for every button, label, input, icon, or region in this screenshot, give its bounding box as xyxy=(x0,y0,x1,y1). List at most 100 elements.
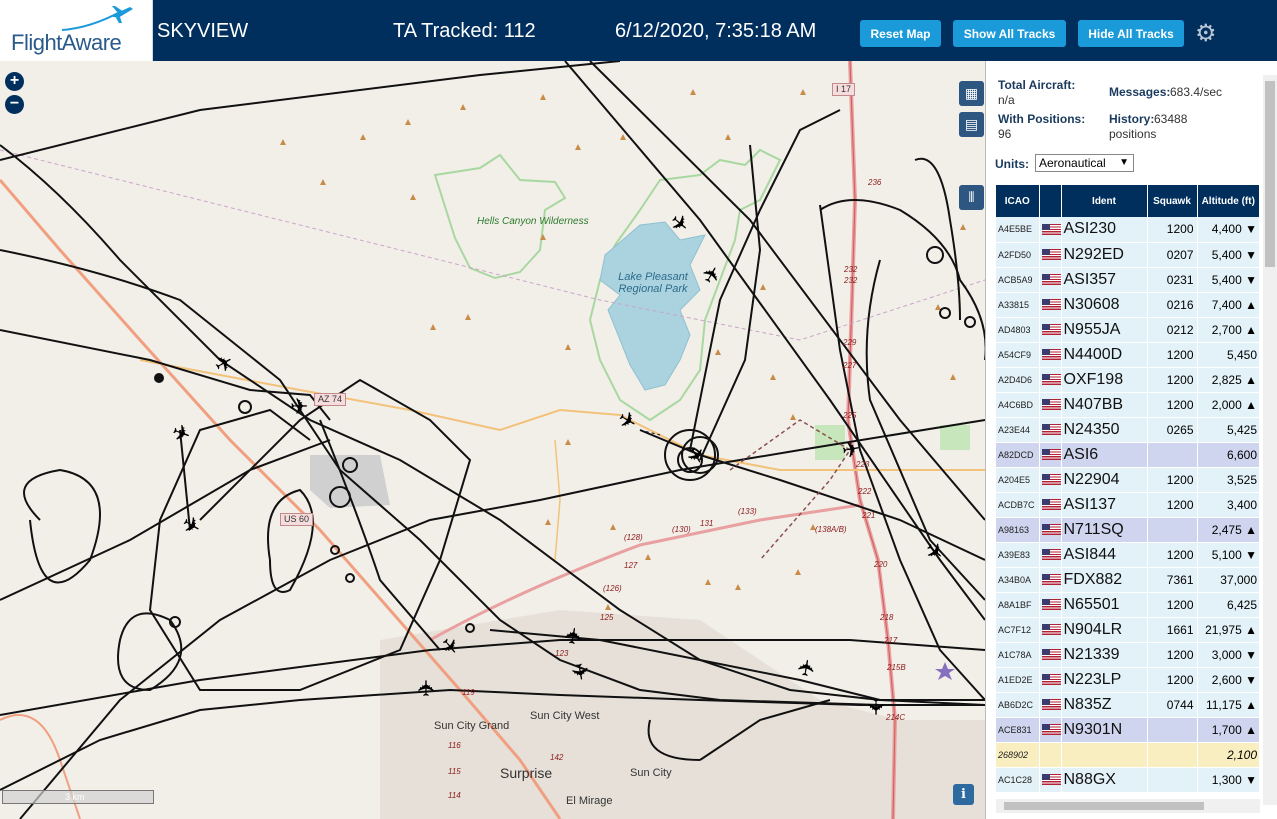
squawk-cell: 7361 xyxy=(1147,567,1198,593)
map-icon[interactable]: ▦ xyxy=(959,81,984,106)
zoom-out-button[interactable]: − xyxy=(5,95,24,114)
table-row[interactable]: ACDB7C ASI137 1200 3,400 xyxy=(996,492,1260,518)
aircraft-icon[interactable]: ✈ xyxy=(862,698,888,716)
col-altitude[interactable]: Altitude (ft) xyxy=(1197,185,1260,217)
table-row[interactable]: ACB5A9 ASI357 0231 5,400 ▼ xyxy=(996,267,1260,293)
route-number: 114 xyxy=(448,791,461,800)
table-row[interactable]: A54CF9 N4400D 1200 5,450 xyxy=(996,342,1260,368)
shield-i17: I 17 xyxy=(832,83,856,96)
vertical-scrollbar[interactable] xyxy=(1263,75,1277,805)
col-icao[interactable]: ICAO xyxy=(996,185,1040,217)
flag-cell xyxy=(1039,342,1062,368)
table-row[interactable]: A1ED2E N223LP 1200 2,600 ▼ xyxy=(996,667,1260,693)
table-row[interactable]: AC7F12 N904LR 1661 21,975 ▲ xyxy=(996,617,1260,643)
map-canvas[interactable] xyxy=(0,61,985,819)
table-row[interactable]: A2FD50 N292ED 0207 5,400 ▼ xyxy=(996,242,1260,268)
aircraft-icon[interactable]: ✈ xyxy=(414,679,440,697)
flag-cell xyxy=(1039,367,1062,393)
altitude-cell: 2,475 ▲ xyxy=(1197,517,1260,543)
table-row[interactable]: 268902 2,100 xyxy=(996,742,1260,768)
us-flag-icon xyxy=(1041,648,1061,660)
table-row[interactable]: A4C6BD N407BB 1200 2,000 ▲ xyxy=(996,392,1260,418)
table-row[interactable]: A39E83 ASI844 1200 5,100 ▼ xyxy=(996,542,1260,568)
icao-cell: A8A1BF xyxy=(996,592,1040,618)
squawk-cell: 0212 xyxy=(1147,317,1198,343)
icao-cell: A4E5BE xyxy=(996,217,1040,243)
ident-cell: ASI6 xyxy=(1061,442,1148,468)
altitude-cell: 5,450 xyxy=(1197,342,1260,368)
scroll-thumb[interactable] xyxy=(1004,802,1204,810)
table-row[interactable]: A34B0A FDX882 7361 37,000 xyxy=(996,567,1260,593)
flag-cell xyxy=(1039,717,1062,743)
route-number: 115 xyxy=(448,767,461,776)
table-row[interactable]: AB6D2C N835Z 0744 11,175 ▲ xyxy=(996,692,1260,718)
info-button[interactable]: i xyxy=(953,784,974,805)
table-row[interactable]: A2D4D6 OXF198 1200 2,825 ▲ xyxy=(996,367,1260,393)
us-flag-icon xyxy=(1041,673,1061,685)
table-row[interactable]: A8A1BF N65501 1200 6,425 xyxy=(996,592,1260,618)
table-row[interactable]: A23E44 N24350 0265 5,425 xyxy=(996,417,1260,443)
us-flag-icon xyxy=(1041,498,1061,510)
squawk-cell: 1200 xyxy=(1147,542,1198,568)
ident-cell: N835Z xyxy=(1061,692,1148,718)
route-number: 218 xyxy=(880,613,894,622)
ident-cell xyxy=(1061,742,1148,768)
grid-icon[interactable]: ▤ xyxy=(959,112,984,137)
table-row[interactable]: A204E5 N22904 1200 3,525 xyxy=(996,467,1260,493)
us-flag-icon xyxy=(1041,473,1061,485)
map-view[interactable]: ✈ ✈ ✈ ✈ ✈ ✈ ✈ ✈ ✈ ✈ ✈ ✈ ✈ ✈ ✈ ✈ Hells Ca… xyxy=(0,61,985,819)
squawk-cell xyxy=(1147,517,1198,543)
route-number: (133) xyxy=(738,507,757,516)
table-row[interactable]: AC1C28 N88GX 1,300 ▼ xyxy=(996,767,1260,793)
ident-cell: ASI230 xyxy=(1061,217,1148,243)
icao-cell: A1ED2E xyxy=(996,667,1040,693)
route-number: 217 xyxy=(884,636,898,645)
col-ident[interactable]: Ident xyxy=(1061,185,1148,217)
us-flag-icon xyxy=(1041,373,1061,385)
columns-icon[interactable]: ⦀ xyxy=(959,185,984,210)
gear-icon[interactable]: ⚙ xyxy=(1195,19,1217,48)
us-flag-icon xyxy=(1041,548,1061,560)
table-row[interactable]: AD4803 N955JA 0212 2,700 ▲ xyxy=(996,317,1260,343)
zoom-in-button[interactable]: + xyxy=(5,72,24,91)
reset-map-button[interactable]: Reset Map xyxy=(860,20,941,47)
route-number: 229 xyxy=(843,338,857,347)
route-number: (130) xyxy=(672,525,691,534)
shield-az74: AZ 74 xyxy=(314,393,347,406)
col-flag[interactable] xyxy=(1039,185,1062,217)
icao-cell: A1C78A xyxy=(996,642,1040,668)
us-flag-icon xyxy=(1041,698,1061,710)
ident-cell: N21339 xyxy=(1061,642,1148,668)
flag-cell xyxy=(1039,492,1062,518)
units-select[interactable]: Aeronautical ▼ xyxy=(1035,154,1134,172)
table-row[interactable]: ACE831 N9301N 1,700 ▲ xyxy=(996,717,1260,743)
route-number: (128) xyxy=(624,533,643,542)
flag-cell xyxy=(1039,617,1062,643)
table-row[interactable]: A98163 N711SQ 2,475 ▲ xyxy=(996,517,1260,543)
flag-cell xyxy=(1039,442,1062,468)
table-row[interactable]: A1C78A N21339 1200 3,000 ▼ xyxy=(996,642,1260,668)
route-number: (126) xyxy=(603,584,622,593)
squawk-cell xyxy=(1147,767,1198,793)
clock: 6/12/2020, 7:35:18 AM xyxy=(615,20,817,42)
table-row[interactable]: A4E5BE ASI230 1200 4,400 ▼ xyxy=(996,217,1260,243)
scroll-thumb[interactable] xyxy=(1265,81,1275,267)
flightaware-logo[interactable]: FlightAware xyxy=(0,0,153,61)
route-number: 227 xyxy=(843,361,857,370)
hide-all-tracks-button[interactable]: Hide All Tracks xyxy=(1078,20,1184,47)
table-row[interactable]: A33815 N30608 0216 7,400 ▲ xyxy=(996,292,1260,318)
flag-cell xyxy=(1039,567,1062,593)
aircraft-table[interactable]: ICAO Ident Squawk Altitude (ft) A4E5BE AS… xyxy=(996,185,1260,799)
squawk-cell: 0265 xyxy=(1147,417,1198,443)
ident-cell: N904LR xyxy=(1061,617,1148,643)
label-hells-canyon: Hells Canyon Wilderness xyxy=(477,216,589,227)
show-all-tracks-button[interactable]: Show All Tracks xyxy=(953,20,1066,47)
col-squawk[interactable]: Squawk xyxy=(1147,185,1198,217)
table-row[interactable]: A82DCD ASI6 6,600 xyxy=(996,442,1260,468)
route-number: 119 xyxy=(462,688,475,697)
icao-cell: AD4803 xyxy=(996,317,1040,343)
aircraft-icon[interactable]: ✈ xyxy=(290,394,308,420)
ident-cell: N65501 xyxy=(1061,592,1148,618)
horizontal-scrollbar[interactable] xyxy=(996,799,1260,813)
squawk-cell: 1200 xyxy=(1147,342,1198,368)
